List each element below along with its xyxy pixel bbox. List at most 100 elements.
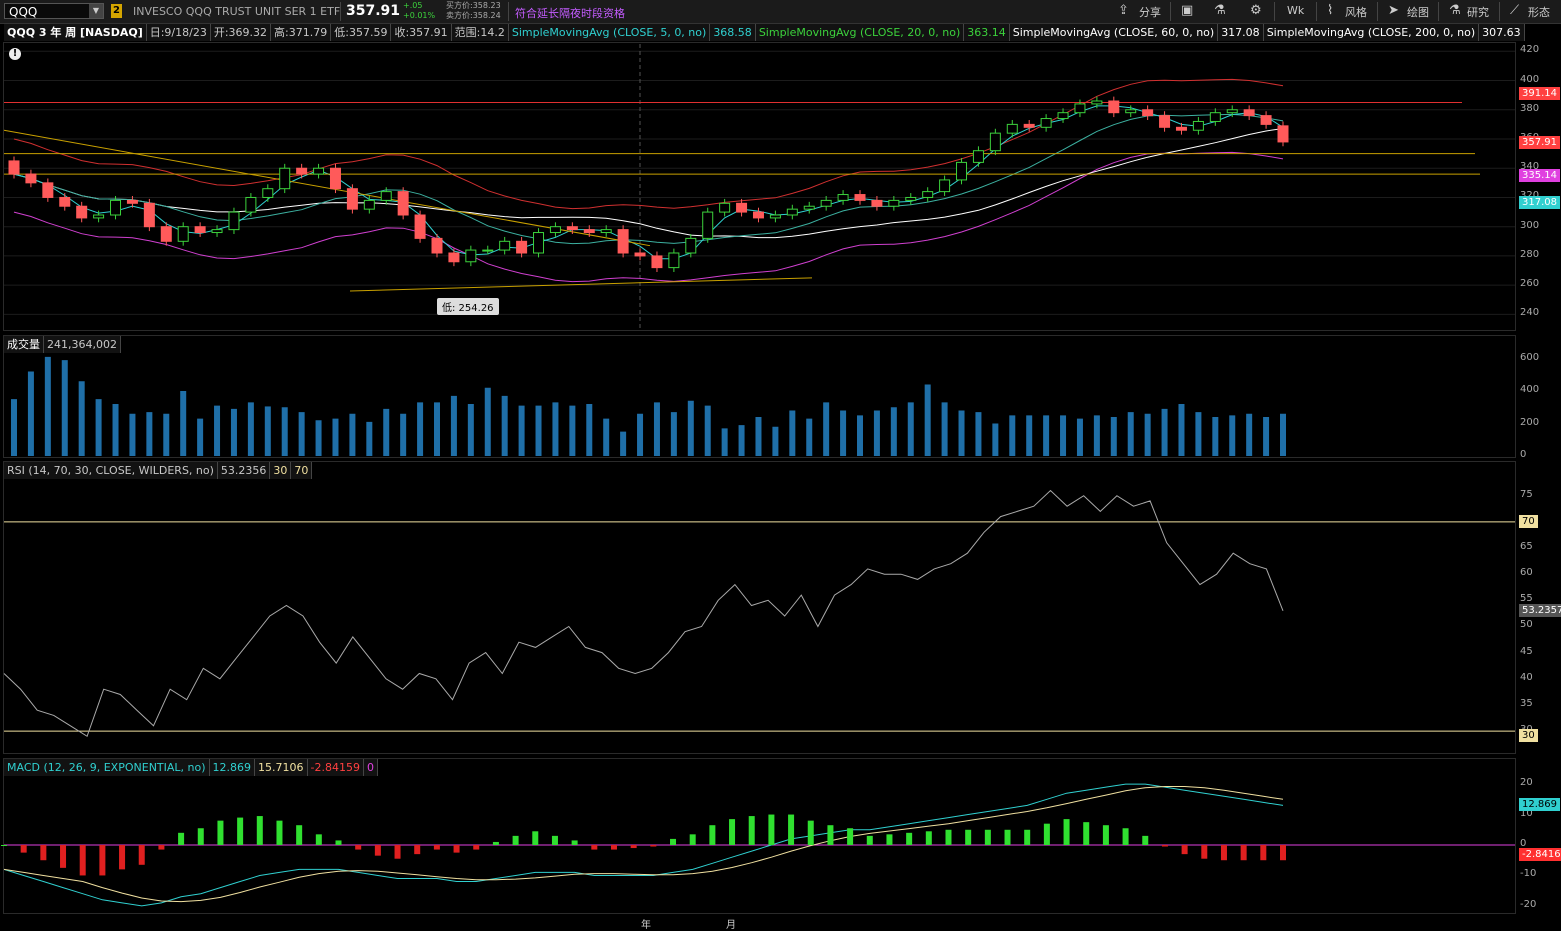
volume-bar bbox=[78, 381, 85, 456]
volume-bar bbox=[1212, 417, 1219, 456]
price-axis-label: 400 bbox=[1520, 73, 1540, 85]
macd-histogram-bar bbox=[79, 845, 86, 876]
macd-histogram-bar bbox=[256, 816, 263, 845]
candle-body bbox=[1040, 118, 1052, 128]
volume-bar bbox=[569, 405, 576, 456]
macd-histogram-bar bbox=[512, 835, 519, 845]
macd-histogram-bar bbox=[788, 814, 795, 845]
volume-bar bbox=[704, 405, 711, 456]
volume-bar bbox=[823, 402, 830, 456]
macd-histogram-bar bbox=[925, 831, 932, 845]
candle-body bbox=[702, 211, 714, 239]
candle-body bbox=[617, 229, 629, 254]
volume-bar bbox=[1144, 413, 1151, 456]
volume-bar bbox=[1263, 417, 1270, 456]
rsi-os-tag: 30 bbox=[1519, 729, 1538, 742]
candle-body bbox=[8, 160, 20, 175]
macd-histogram-bar bbox=[827, 825, 834, 845]
macd-histogram-bar bbox=[1220, 845, 1227, 861]
candle-body bbox=[211, 229, 223, 234]
volume-bar bbox=[975, 412, 982, 456]
volume-bar bbox=[467, 404, 474, 456]
macd-histogram-bar bbox=[729, 819, 736, 845]
price-tag: 317.08 bbox=[1519, 195, 1560, 209]
volume-bar bbox=[806, 418, 813, 456]
volume-bar bbox=[1195, 412, 1202, 456]
candle-body bbox=[397, 191, 409, 216]
bollinger-upper-line bbox=[13, 78, 1284, 210]
candle-body bbox=[736, 202, 748, 213]
volume-bar bbox=[146, 412, 153, 456]
candle-body bbox=[245, 196, 257, 213]
macd-histogram-bar bbox=[768, 814, 775, 845]
macd-histogram-bar bbox=[158, 845, 165, 850]
candle-body bbox=[499, 240, 511, 251]
volume-axis-label: 600 bbox=[1520, 351, 1540, 363]
candle-body bbox=[972, 150, 984, 163]
macd-histogram-bar bbox=[237, 817, 244, 845]
volume-bar bbox=[603, 418, 610, 456]
macd-histogram-bar bbox=[276, 820, 283, 845]
price-axis-label: 380 bbox=[1520, 102, 1540, 114]
volume-bar bbox=[941, 402, 948, 456]
alert-icon[interactable]: ! bbox=[9, 48, 21, 60]
candle-body bbox=[363, 199, 375, 210]
candle-body bbox=[1125, 109, 1137, 114]
candle-body bbox=[194, 226, 206, 234]
candle-body bbox=[803, 205, 815, 210]
candle-body bbox=[110, 199, 122, 216]
volume-bar bbox=[417, 402, 424, 456]
candle-body bbox=[279, 167, 291, 190]
rsi-value: 53.2356 bbox=[217, 462, 271, 479]
volume-bar bbox=[924, 384, 931, 456]
macd-histogram-bar bbox=[1043, 823, 1050, 845]
volume-bar bbox=[383, 408, 390, 456]
rsi-ob-tag: 70 bbox=[1519, 515, 1538, 528]
macd-value: 12.869 bbox=[209, 759, 256, 776]
volume-bar bbox=[1076, 418, 1083, 456]
candle-body bbox=[93, 214, 105, 219]
volume-bar bbox=[247, 402, 254, 456]
macd-histogram-bar bbox=[374, 845, 381, 856]
candle-body bbox=[685, 237, 697, 254]
candle-body bbox=[380, 191, 392, 201]
rsi-axis-label: 45 bbox=[1520, 645, 1533, 657]
macd-label[interactable]: MACD (12, 26, 9, EXPONENTIAL, no) bbox=[4, 759, 210, 776]
volume-bar bbox=[1229, 415, 1236, 456]
macd-histogram-bar bbox=[1122, 828, 1129, 845]
candle-body bbox=[719, 202, 731, 213]
volume-bar bbox=[197, 418, 204, 456]
sma200-line bbox=[13, 128, 1284, 239]
rsi-label[interactable]: RSI (14, 70, 30, CLOSE, WILDERS, no) bbox=[4, 462, 218, 479]
volume-bar bbox=[958, 410, 965, 456]
volume-axis-label: 200 bbox=[1520, 416, 1540, 428]
macd-histogram-bar bbox=[40, 845, 47, 861]
price-axis-label: 300 bbox=[1520, 219, 1540, 231]
candle-body bbox=[414, 214, 426, 239]
candle-body bbox=[600, 229, 612, 234]
macd-histogram-bar bbox=[473, 845, 480, 850]
volume-bar bbox=[857, 415, 863, 456]
volume-bar bbox=[11, 399, 17, 456]
macd-histogram-bar bbox=[591, 845, 598, 850]
candle-body bbox=[1108, 100, 1120, 114]
macd-histogram-bar bbox=[99, 845, 106, 876]
macd-histogram-bar bbox=[414, 845, 421, 855]
candle-body bbox=[1226, 109, 1238, 114]
macd-histogram-bar bbox=[1083, 822, 1090, 845]
candle-body bbox=[160, 226, 172, 242]
volume-bar bbox=[1178, 404, 1185, 456]
macd-histogram-bar bbox=[689, 834, 696, 845]
macd-histogram-bar bbox=[138, 845, 145, 865]
macd-histogram-bar bbox=[965, 829, 972, 845]
volume-bar bbox=[1280, 413, 1286, 456]
macd-histogram-bar bbox=[453, 845, 460, 853]
candle-body bbox=[262, 188, 274, 198]
volume-bar bbox=[1093, 415, 1100, 456]
macd-histogram-bar bbox=[709, 825, 716, 845]
macd-histogram-bar bbox=[1, 845, 7, 846]
volume-bar bbox=[27, 371, 34, 456]
macd-histogram-bar bbox=[1004, 829, 1011, 845]
candle-body bbox=[76, 205, 88, 219]
candle-body bbox=[634, 252, 646, 257]
